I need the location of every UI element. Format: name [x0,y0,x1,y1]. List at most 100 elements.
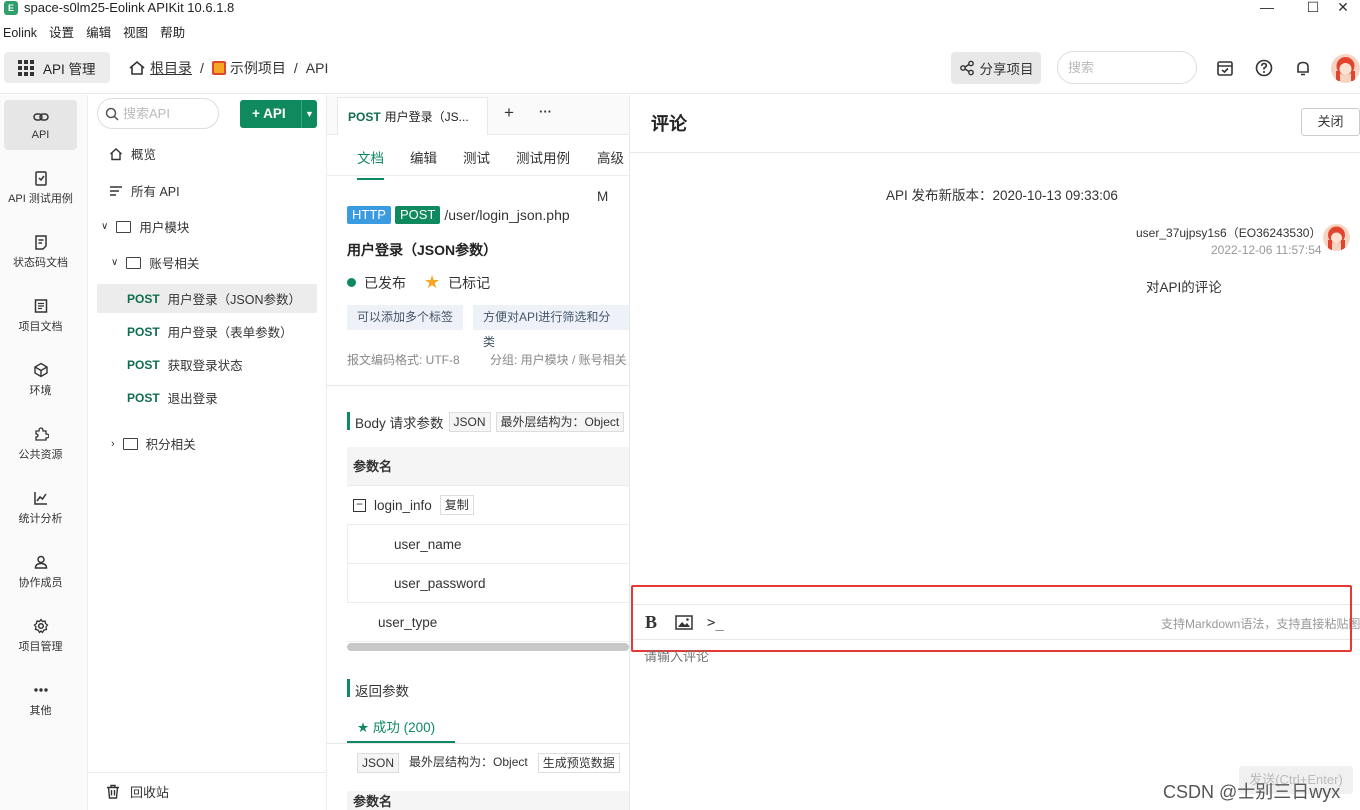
nav-item-project-management[interactable]: 项目管理 [4,611,77,661]
environment-icon [33,362,48,378]
copy-button[interactable]: 复制 [439,495,474,515]
horizontal-scrollbar[interactable] [347,643,629,651]
nav-label: 状态码文档 [13,257,68,269]
star-icon: ★ [357,720,373,735]
breadcrumb-root[interactable]: 根目录 [150,58,192,78]
divider [327,385,629,386]
nav-item-environment[interactable]: 环境 [4,355,77,405]
comment-input[interactable] [644,649,1244,664]
share-project-button[interactable]: 分享项目 [951,52,1041,84]
comment-text: 对API的评论 [1146,280,1222,295]
star-icon[interactable]: ★ [424,272,440,293]
chevron-right-icon: › [111,437,115,450]
method-badge: POST [394,206,441,224]
api-management-button[interactable]: API 管理 [4,52,110,83]
menu-eolink[interactable]: Eolink [0,20,45,46]
calendar-check-icon[interactable] [1215,58,1235,78]
menu-view[interactable]: 视图 [119,20,156,46]
open-api-tab[interactable]: POST 用户登录（JS... [337,97,488,135]
folder-icon [126,256,142,269]
nav-label: 公共资源 [18,449,63,461]
api-name: 用户登录（表单参数） [167,326,293,340]
nav-item-members[interactable]: 协作成员 [4,547,77,597]
nav-item-common-resources[interactable]: 公共资源 [4,419,77,469]
tree-folder-account[interactable]: ∨ 账号相关 [97,248,317,277]
generate-preview-button[interactable]: 生成预览数据 [537,753,620,773]
subtab-doc[interactable]: 文档 [357,140,384,180]
api-tag: 可以添加多个标签 [347,305,464,330]
subtab-test-cases[interactable]: 测试用例 [516,140,570,178]
nav-item-api[interactable]: API [4,100,77,150]
link-icon [32,113,49,121]
doc-subtabs: 文档 编辑 测试 测试用例 高级M [327,140,629,204]
tree-folder-user-module[interactable]: ∨ 用户模块 [97,212,317,241]
version-published-line: API 发布新版本：2020-10-13 09:33:06 [886,188,1118,203]
nav-label: 统计分析 [18,513,63,525]
add-api-button[interactable]: + API ▼ [240,100,317,128]
breadcrumb-separator: / [200,60,204,76]
window-title: space-s0lm25-Eolink APIKit 10.6.1.8 [24,0,235,15]
nav-item-other[interactable]: 其他 [4,675,77,725]
nav-item-status-codes[interactable]: 状态码文档 [4,227,77,277]
minimize-button[interactable]: — [1244,0,1290,18]
subtab-advanced[interactable]: 高级M [597,140,629,216]
tab-method: POST [348,110,381,124]
api-name: 用户登录（JSON参数） [167,293,302,307]
add-tab-button[interactable]: + [504,103,514,123]
encoding-info: 报文编码格式: UTF-8 [347,353,460,367]
add-api-label: + API [252,106,286,121]
tree-api-item[interactable]: POST 获取登录状态 [97,350,317,379]
tree-item-overview[interactable]: 概览 [97,139,317,168]
tree-api-item[interactable]: POST 用户登录（表单参数） [97,317,317,346]
api-tag: 方便对API进行筛选和分类 [473,305,629,349]
menu-help[interactable]: 帮助 [156,20,193,46]
bell-icon[interactable] [1293,58,1313,78]
subtab-edit[interactable]: 编辑 [410,140,437,178]
close-window-button[interactable]: ✕ [1320,0,1360,18]
return-outer-label: 最外层结构为：Object [405,753,532,773]
protocol-badge: HTTP [347,206,391,224]
nav-item-statistics[interactable]: 统计分析 [4,483,77,533]
help-icon[interactable] [1254,58,1274,78]
nav-label: 环境 [29,385,52,397]
tree-api-item[interactable]: POST 退出登录 [97,383,317,412]
user-avatar[interactable] [1331,54,1360,83]
chevron-down-icon: ∨ [101,221,109,232]
return-format-chip[interactable]: JSON [357,753,400,773]
published-status: 已发布 [364,274,406,291]
subtab-test[interactable]: 测试 [463,140,490,178]
close-comments-button[interactable]: 关闭 [1301,108,1360,136]
collapse-icon[interactable]: − [353,498,366,512]
success-response-tab[interactable]: ★ 成功 (200) [347,715,455,743]
tree-item-label: 概览 [131,148,157,162]
section-marker [347,412,350,430]
chevron-down-icon: ∨ [111,257,119,268]
body-format-chip[interactable]: JSON [448,412,491,432]
api-method: POST [127,291,160,306]
api-management-label: API 管理 [43,61,96,77]
param-name: login_info [374,497,432,513]
app-header: API 管理 根目录 / 示例项目 / API 分享项目 搜索 [0,46,1360,94]
return-params-toolbar: JSON 最外层结构为：Object 生成预览数据 [357,753,620,773]
tab-more-button[interactable]: ··· [539,104,552,119]
nav-item-project-docs[interactable]: 项目文档 [4,291,77,341]
left-nav: API API 测试用例 状态码文档 项目文档 环境 公共资源 统计分析 协作成… [0,95,88,810]
tree-folder-points[interactable]: › 积分相关 [97,429,317,458]
list-icon [110,185,122,196]
chevron-down-icon[interactable]: ▼ [301,100,317,128]
nav-label: API [31,129,50,141]
api-path: /user/login_json.php [444,207,570,223]
nav-item-test-cases[interactable]: API 测试用例 [4,163,77,213]
menu-edit[interactable]: 编辑 [82,20,119,46]
api-name: 退出登录 [167,392,218,406]
tree-folder-label: 积分相关 [145,438,196,452]
global-search-input[interactable]: 搜索 [1057,51,1197,84]
menu-settings[interactable]: 设置 [45,20,82,46]
body-outer-chip[interactable]: 最外层结构为：Object [495,412,625,432]
published-dot-icon [347,278,356,287]
home-icon [110,147,122,160]
tree-api-item[interactable]: POST 用户登录（JSON参数） [97,284,317,313]
recycle-bin[interactable]: 回收站 [88,772,326,810]
breadcrumb-project[interactable]: 示例项目 [230,58,286,78]
tree-item-all-api[interactable]: 所有 API [97,176,317,205]
